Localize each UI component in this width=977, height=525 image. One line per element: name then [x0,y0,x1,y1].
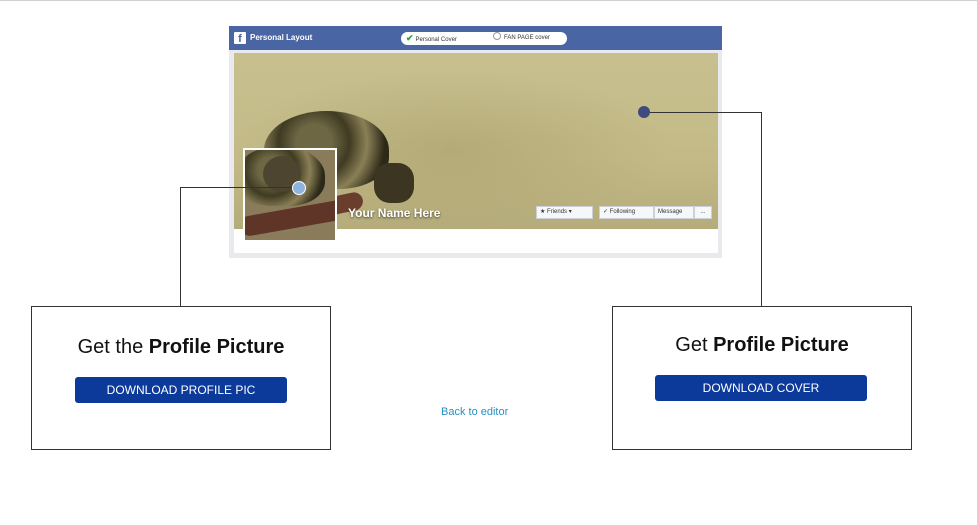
preview-title: Personal Layout [250,33,313,42]
profile-box-title-prefix: Get the [77,336,144,358]
profile-box-title: Get the Profile Picture [32,336,330,359]
cover-connector-line [761,112,762,306]
profile-connector-line [180,187,181,306]
cover-connector-line [650,112,761,113]
checkmark-icon: ✔ [406,33,414,43]
cover-mode-toggle: ✔ Personal Cover FAN PAGE cover [401,32,567,45]
more-button[interactable]: ... [694,206,712,219]
radio-icon [493,32,501,40]
fan-page-cover-option[interactable]: FAN PAGE cover [493,32,550,45]
cover-box-title-bold: Profile Picture [713,334,849,356]
back-to-editor-link[interactable]: Back to editor [441,406,508,418]
cover-box-title-prefix: Get [675,334,708,356]
download-profile-pic-button[interactable]: DOWNLOAD PROFILE PIC [75,377,287,403]
fan-page-cover-label: FAN PAGE cover [504,35,550,41]
following-button[interactable]: ✓ Following [599,206,654,219]
facebook-top-bar: f Personal Layout ✔ Personal Cover FAN PA… [229,26,722,50]
cover-box-title: Get Profile Picture [613,334,911,357]
message-button[interactable]: Message [654,206,694,219]
friends-button[interactable]: ★ Friends ▾ [536,206,593,219]
download-cover-button[interactable]: DOWNLOAD COVER [655,375,867,401]
cover-preview: f Personal Layout ✔ Personal Cover FAN PA… [229,26,722,258]
cover-download-box: Get Profile Picture DOWNLOAD COVER [612,306,912,450]
profile-box-title-bold: Profile Picture [148,336,285,358]
friends-label: Friends [547,209,568,215]
turtle-leg [374,163,414,203]
profile-picture-download-box: Get the Profile Picture DOWNLOAD PROFILE… [31,306,331,450]
profile-name: Your Name Here [348,206,441,220]
profile-pic-marker [292,181,306,195]
personal-cover-label: Personal Cover [415,37,457,43]
personal-cover-option[interactable]: ✔ Personal Cover [406,32,457,45]
following-label: Following [609,209,636,215]
profile-picture [243,148,337,242]
facebook-logo-icon: f [234,32,246,44]
profile-connector-line [180,187,292,188]
cover-marker [638,106,650,118]
